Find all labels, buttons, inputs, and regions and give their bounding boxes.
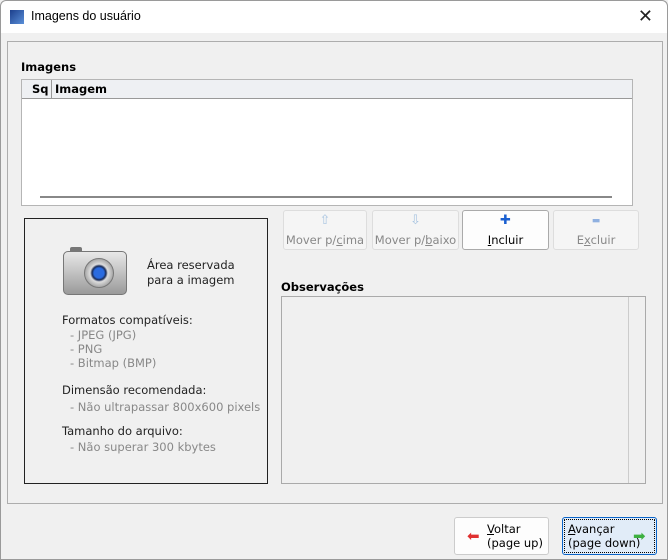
- arrow-down-icon: ⇩: [410, 213, 421, 228]
- observations-textarea[interactable]: [281, 296, 646, 484]
- grid-header: Sq Imagem: [22, 80, 632, 99]
- minus-icon: ▬: [591, 216, 601, 226]
- images-grid[interactable]: Sq Imagem: [21, 79, 633, 206]
- column-divider: [51, 80, 52, 99]
- dimension-title: Dimensão recomendada:: [62, 383, 207, 397]
- close-button[interactable]: ✕: [638, 6, 653, 27]
- placeholder-caption-2: para a imagem: [147, 273, 235, 287]
- app-icon: [10, 10, 24, 24]
- arrow-right-icon: ➡: [633, 527, 646, 545]
- title-bar: Imagens do usuário ✕: [1, 1, 667, 33]
- remove-button[interactable]: ▬ Excluir: [553, 210, 639, 250]
- arrow-left-icon: ⬅: [467, 527, 480, 545]
- move-up-button[interactable]: ⇧ Mover p/cima: [283, 210, 367, 250]
- vertical-scrollbar[interactable]: [628, 297, 629, 483]
- images-label: Imagens: [21, 60, 77, 74]
- placeholder-caption-1: Área reservada: [147, 258, 235, 272]
- move-down-button[interactable]: ⇩ Mover p/baixo: [372, 210, 459, 250]
- format-item: - JPEG (JPG): [70, 328, 137, 342]
- arrow-up-icon: ⇧: [319, 213, 331, 228]
- column-header-imagem[interactable]: Imagem: [55, 82, 107, 96]
- dialog-window: Imagens do usuário ✕ Imagens Sq Imagem Á…: [0, 0, 668, 560]
- format-item: - PNG: [70, 342, 103, 356]
- add-button[interactable]: ✚ Incluir: [462, 210, 549, 250]
- next-button[interactable]: Avançar (page down) ➡: [562, 517, 657, 555]
- formats-title: Formatos compatíveis:: [62, 313, 193, 327]
- window-title: Imagens do usuário: [31, 9, 141, 23]
- size-text: - Não superar 300 kbytes: [70, 440, 216, 454]
- format-item: - Bitmap (BMP): [70, 356, 157, 370]
- image-placeholder[interactable]: Área reservada para a imagem Formatos co…: [24, 218, 268, 484]
- camera-icon: [63, 247, 127, 295]
- observations-label: Observações: [281, 280, 364, 294]
- back-button[interactable]: ⬅ Voltar (page up): [454, 517, 549, 555]
- column-header-sq[interactable]: Sq: [32, 82, 49, 96]
- plus-icon: ✚: [500, 213, 511, 228]
- size-title: Tamanho do arquivo:: [62, 424, 183, 438]
- horizontal-scrollbar[interactable]: [40, 196, 612, 198]
- dimension-text: - Não ultrapassar 800x600 pixels: [70, 400, 261, 414]
